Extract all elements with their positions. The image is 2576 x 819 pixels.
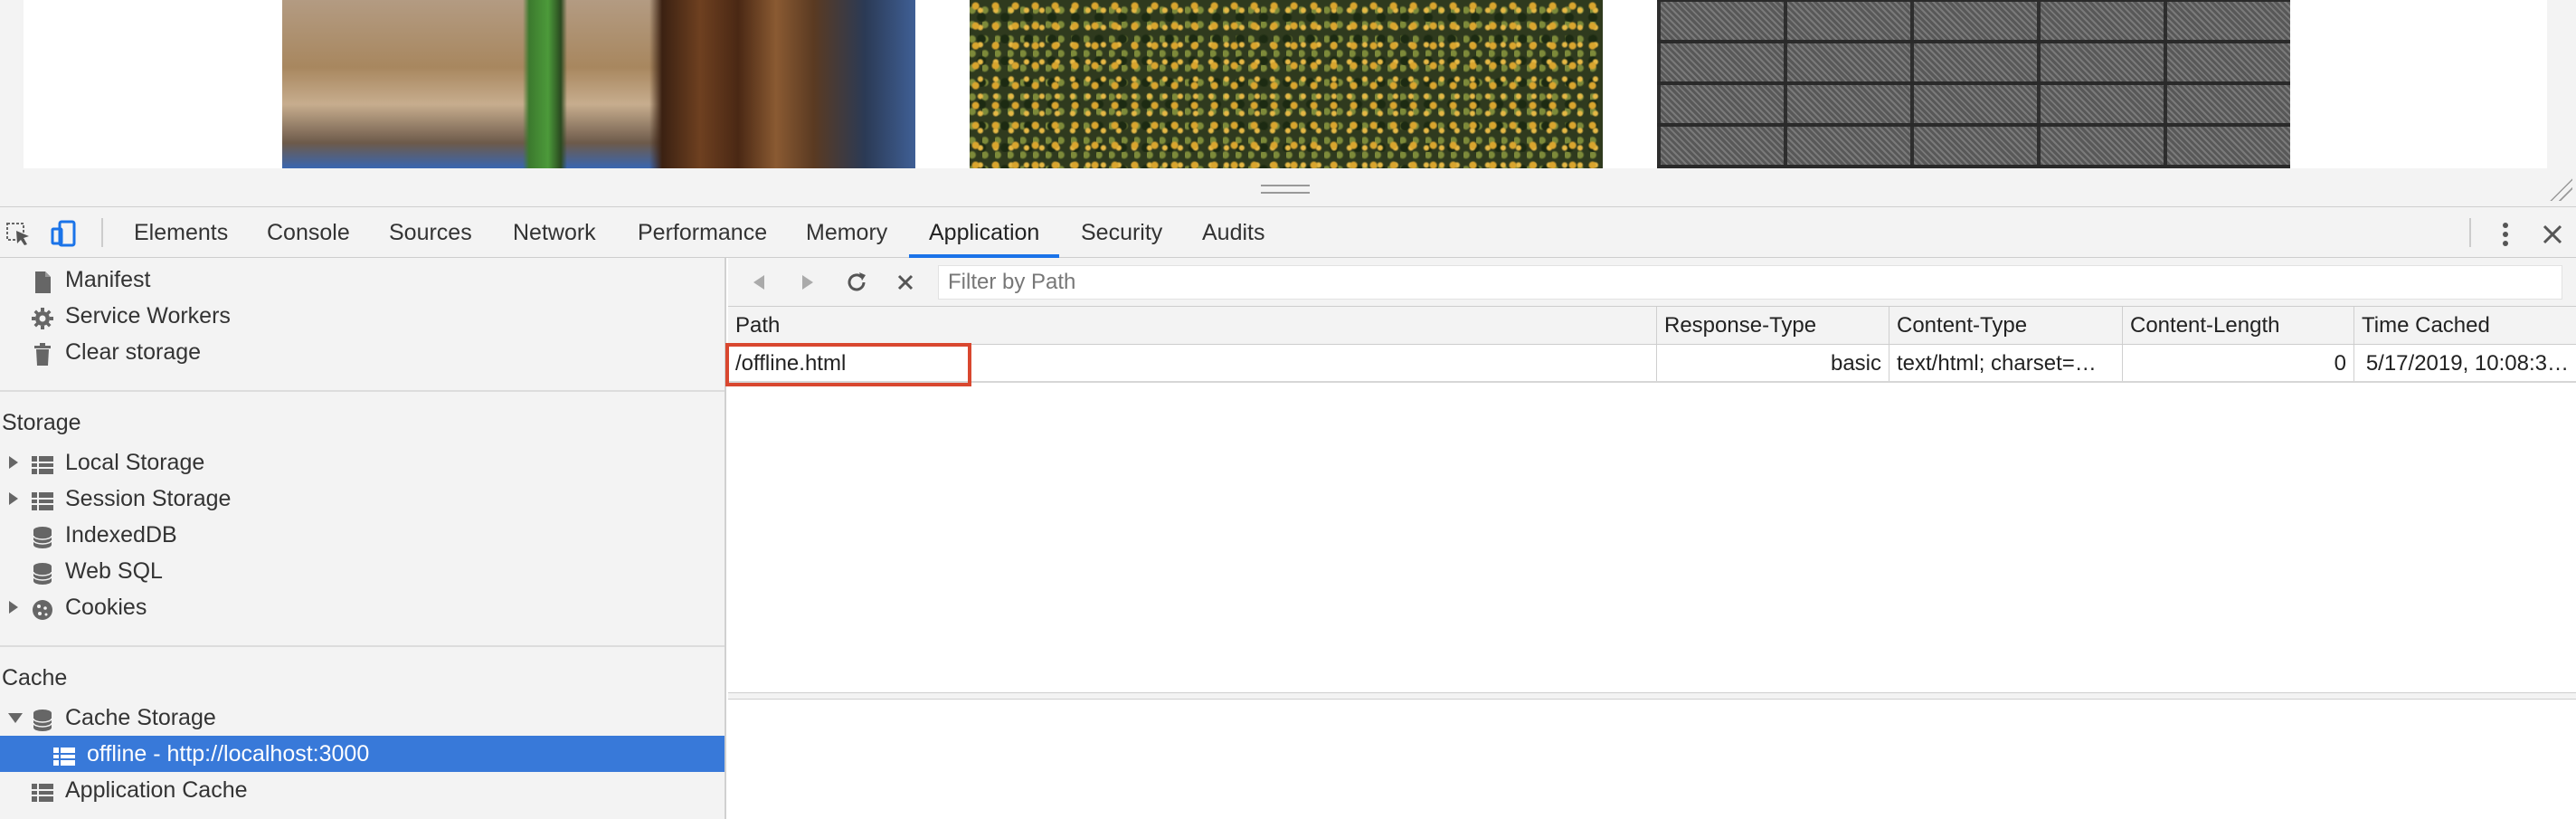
tab-application[interactable]: Application	[908, 207, 1060, 258]
database-icon	[31, 560, 54, 585]
sidebar-divider	[0, 645, 724, 647]
storage-section-heading: Storage	[2, 410, 81, 435]
inspect-element-icon[interactable]	[4, 218, 34, 249]
sidebar-item-label: Local Storage	[65, 450, 205, 475]
expand-arrow-icon[interactable]	[9, 492, 18, 505]
devtools-resize-handle[interactable]	[1261, 185, 1310, 194]
tab-security[interactable]: Security	[1079, 207, 1164, 258]
gear-icon	[31, 305, 54, 329]
sidebar-item-application-cache[interactable]: Application Cache	[0, 772, 724, 808]
sidebar-item-clear-storage[interactable]: Clear storage	[0, 334, 724, 370]
table-header: Path Response-Type Content-Type Content-…	[728, 307, 2576, 345]
column-header-content-type[interactable]: Content-Type	[1889, 307, 2123, 344]
path-highlight-annotation	[725, 343, 971, 386]
page-content	[24, 0, 2547, 168]
tab-sources[interactable]: Sources	[387, 207, 474, 258]
tab-console[interactable]: Console	[265, 207, 352, 258]
close-devtools-icon[interactable]	[2538, 220, 2567, 249]
sidebar-item-cookies[interactable]: Cookies	[0, 589, 724, 625]
page-viewport	[0, 0, 2576, 206]
column-header-content-length[interactable]: Content-Length	[2123, 307, 2354, 344]
database-icon	[31, 707, 54, 731]
sidebar-item-session-storage[interactable]: Session Storage	[0, 481, 724, 517]
cookie-icon	[31, 596, 54, 620]
devtools-toolbar: Elements Console Sources Network Perform…	[0, 207, 2576, 258]
sidebar-item-indexeddb[interactable]: IndexedDB	[0, 517, 724, 553]
sidebar-item-local-storage[interactable]: Local Storage	[0, 444, 724, 481]
sidebar-item-label: Cookies	[65, 595, 147, 620]
tab-memory[interactable]: Memory	[804, 207, 889, 258]
grid-icon	[31, 488, 54, 511]
delete-entry-icon[interactable]	[891, 268, 920, 297]
cell-content-type: text/html; charset=…	[1889, 345, 2123, 381]
sidebar-item-label: Session Storage	[65, 486, 232, 511]
sidebar-item-label: Clear storage	[65, 339, 202, 365]
sidebar-item-label: IndexedDB	[65, 522, 177, 548]
cache-toolbar	[728, 258, 2576, 307]
sidebar-item-label: offline - http://localhost:3000	[87, 741, 370, 767]
grid-icon	[52, 743, 76, 767]
expand-arrow-icon[interactable]	[9, 601, 18, 614]
sidebar-item-service-workers[interactable]: Service Workers	[0, 298, 724, 334]
grid-icon	[31, 779, 54, 803]
preview-split-handle[interactable]	[728, 692, 2576, 700]
cafe-interior-image	[282, 0, 915, 168]
sidebar-item-manifest[interactable]: Manifest	[0, 262, 724, 298]
devtools-panel: Elements Console Sources Network Perform…	[0, 206, 2576, 819]
forest-aerial-image	[970, 0, 1603, 168]
grid-icon	[31, 452, 54, 475]
toolbar-separator	[101, 218, 103, 247]
sidebar-item-label: Application Cache	[65, 777, 248, 803]
tab-performance[interactable]: Performance	[636, 207, 769, 258]
collapse-arrow-icon[interactable]	[8, 713, 23, 723]
database-icon	[31, 524, 54, 548]
document-icon	[31, 269, 54, 293]
table-row[interactable]: /offline.html basic text/html; charset=……	[725, 343, 2576, 386]
cache-section-heading: Cache	[2, 665, 68, 690]
filter-by-path-input[interactable]	[938, 265, 2562, 300]
device-toolbar-icon[interactable]	[49, 218, 80, 249]
cell-content-length: 0	[2123, 345, 2354, 381]
refresh-icon[interactable]	[842, 268, 871, 297]
cache-storage-view: Path Response-Type Content-Type Content-…	[725, 258, 2576, 819]
cell-response-type: basic	[1657, 345, 1889, 381]
brick-wall-image	[1657, 0, 2290, 168]
column-header-response-type[interactable]: Response-Type	[1657, 307, 1889, 344]
tab-network[interactable]: Network	[511, 207, 598, 258]
tab-audits[interactable]: Audits	[1200, 207, 1266, 258]
window-resize-corner-icon[interactable]	[2547, 177, 2572, 201]
sidebar-divider	[0, 390, 724, 392]
column-header-path[interactable]: Path	[728, 307, 1657, 344]
column-header-time-cached[interactable]: Time Cached	[2354, 307, 2576, 344]
sidebar-item-label: Manifest	[65, 267, 151, 292]
toolbar-separator	[2469, 218, 2471, 247]
sidebar-item-label: Service Workers	[65, 303, 231, 329]
sidebar-item-cache-storage[interactable]: Cache Storage	[0, 700, 724, 736]
cell-time-cached: 5/17/2019, 10:08:3…	[2365, 351, 2569, 376]
forward-icon[interactable]	[793, 268, 822, 297]
back-icon[interactable]	[744, 268, 773, 297]
sidebar-item-web-sql[interactable]: Web SQL	[0, 553, 724, 589]
tab-elements[interactable]: Elements	[132, 207, 230, 258]
sidebar-item-label: Cache Storage	[65, 705, 216, 730]
expand-arrow-icon[interactable]	[9, 456, 18, 469]
trash-icon	[31, 341, 54, 366]
sidebar-item-offline-cache[interactable]: offline - http://localhost:3000	[0, 736, 724, 772]
sidebar-item-label: Web SQL	[65, 558, 163, 584]
more-options-icon[interactable]	[2495, 220, 2516, 249]
application-sidebar: Manifest Service Workers Clear storage S…	[0, 258, 726, 819]
